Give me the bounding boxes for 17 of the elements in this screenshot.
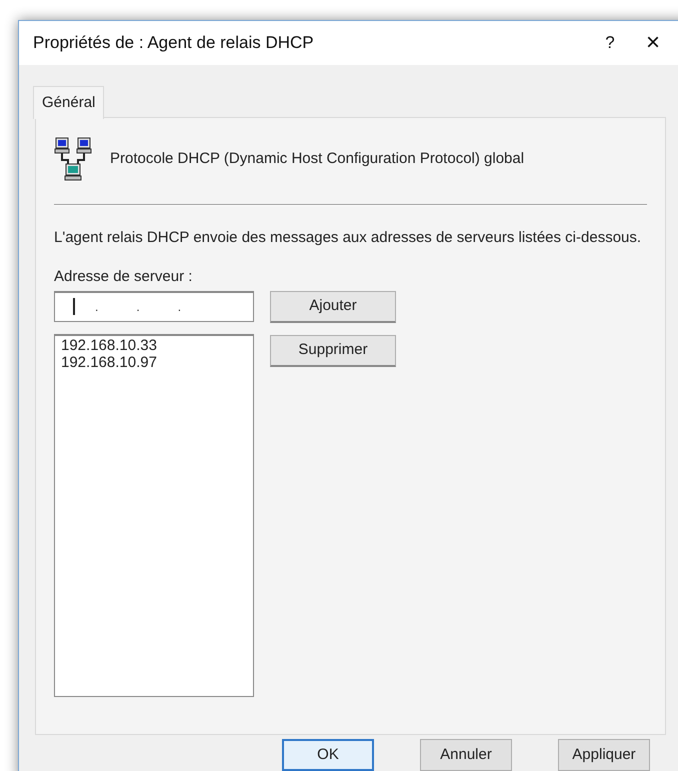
remove-button[interactable]: Supprimer xyxy=(270,334,396,366)
list-item[interactable]: 192.168.10.97 xyxy=(61,354,253,370)
description-text: L'agent relais DHCP envoie des messages aux adresses de serveurs listées ci-dessous. xyxy=(54,228,642,248)
dialog-button[interactable]: Appliquer xyxy=(558,739,650,771)
dialog-button[interactable]: OK xyxy=(282,739,374,771)
help-button[interactable]: ? xyxy=(590,30,630,56)
server-list[interactable]: 192.168.10.33 192.168.10.97 xyxy=(54,334,254,696)
close-button[interactable]: × xyxy=(630,25,676,61)
ip-address-field[interactable]: . . . xyxy=(54,290,254,322)
add-button[interactable]: Ajouter xyxy=(270,290,396,322)
tab[interactable]: Général xyxy=(33,86,104,119)
window-title: Propriétés de : Agent de relais DHCP xyxy=(33,32,314,54)
network-computers-icon xyxy=(54,136,94,182)
dialog-button[interactable]: Annuler xyxy=(420,739,512,771)
header-text: Protocole DHCP (Dynamic Host Configuration Protocol) global xyxy=(110,148,524,169)
field-label: Adresse de serveur : xyxy=(54,267,194,287)
list-item[interactable]: 192.168.10.33 xyxy=(61,336,253,354)
